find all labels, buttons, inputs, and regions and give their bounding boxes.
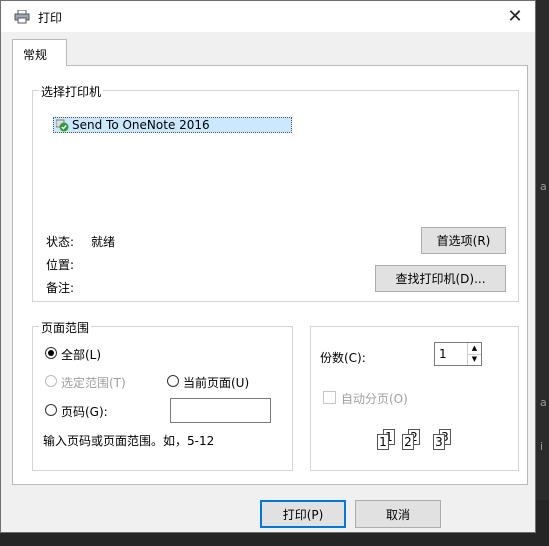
select-printer-group: 选择打印机 Send To OneNote 2016 状态: 就绪 位置: 备注… <box>32 83 519 302</box>
all-pages-label: 全部(L) <box>61 348 102 362</box>
close-icon: ✕ <box>507 6 523 27</box>
find-printer-button[interactable]: 查找打印机(D)... <box>375 265 506 292</box>
select-printer-label: 选择打印机 <box>39 83 104 100</box>
bg-glyph: a <box>540 396 547 409</box>
page-range-group: 页面范围 全部(L) 选定范围(T) 当前页面(U) 页码(G): 输入页码或页… <box>32 319 293 471</box>
current-page-label: 当前页面(U) <box>183 376 250 390</box>
pages-input[interactable] <box>170 398 271 423</box>
bg-glyph: i <box>540 440 544 453</box>
print-button[interactable]: 打印(P) <box>260 500 346 528</box>
comment-label: 备注: <box>46 281 75 295</box>
pages-radio[interactable] <box>45 404 57 416</box>
pages-label: 页码(G): <box>61 405 108 419</box>
selection-label: 选定范围(T) <box>61 376 126 390</box>
tab-page: 选择打印机 Send To OneNote 2016 状态: 就绪 位置: 备注… <box>12 65 528 485</box>
collate-checkbox <box>323 391 336 404</box>
copies-value: 1 <box>439 347 447 361</box>
current-page-radio[interactable] <box>167 375 179 387</box>
printer-list-item[interactable]: Send To OneNote 2016 <box>53 117 292 133</box>
bg-glyph: a <box>540 180 547 193</box>
page-range-label: 页面范围 <box>39 319 92 336</box>
preferences-button[interactable]: 首选项(R) <box>421 227 506 254</box>
copies-group: 份数(C): 1 ▲ ▼ 自动分页(O) 1 1 2 2 3 3 <box>310 326 519 471</box>
close-button[interactable]: ✕ <box>495 1 535 32</box>
title-bar: 打印 ✕ <box>1 1 535 32</box>
collate-label: 自动分页(O) <box>341 392 408 406</box>
window-title: 打印 <box>38 11 63 25</box>
selection-radio <box>45 375 57 387</box>
status-label: 状态: <box>46 235 75 249</box>
printer-name: Send To OneNote 2016 <box>72 118 210 132</box>
background-editor-strip: a a i <box>536 0 549 546</box>
all-pages-radio[interactable] <box>45 347 57 359</box>
printer-icon <box>14 10 30 24</box>
status-value: 就绪 <box>91 235 116 249</box>
copies-label: 份数(C): <box>320 351 366 365</box>
tab-label: 常规 <box>23 48 48 62</box>
collate-page: 3 <box>433 434 445 450</box>
print-dialog: 打印 ✕ 常规 选择打印机 Send To OneNote 2016 状态: 就… <box>0 0 536 533</box>
default-printer-check-icon <box>55 119 69 132</box>
collate-page: 2 <box>402 434 414 450</box>
collate-page: 1 <box>377 434 389 450</box>
page-range-hint: 输入页码或页面范围。如，5-12 <box>43 434 215 448</box>
cancel-button[interactable]: 取消 <box>355 500 441 528</box>
tab-general[interactable]: 常规 <box>12 39 67 66</box>
spin-down-icon[interactable]: ▼ <box>467 354 481 365</box>
location-label: 位置: <box>46 258 75 272</box>
copies-stepper[interactable]: 1 ▲ ▼ <box>434 342 482 366</box>
